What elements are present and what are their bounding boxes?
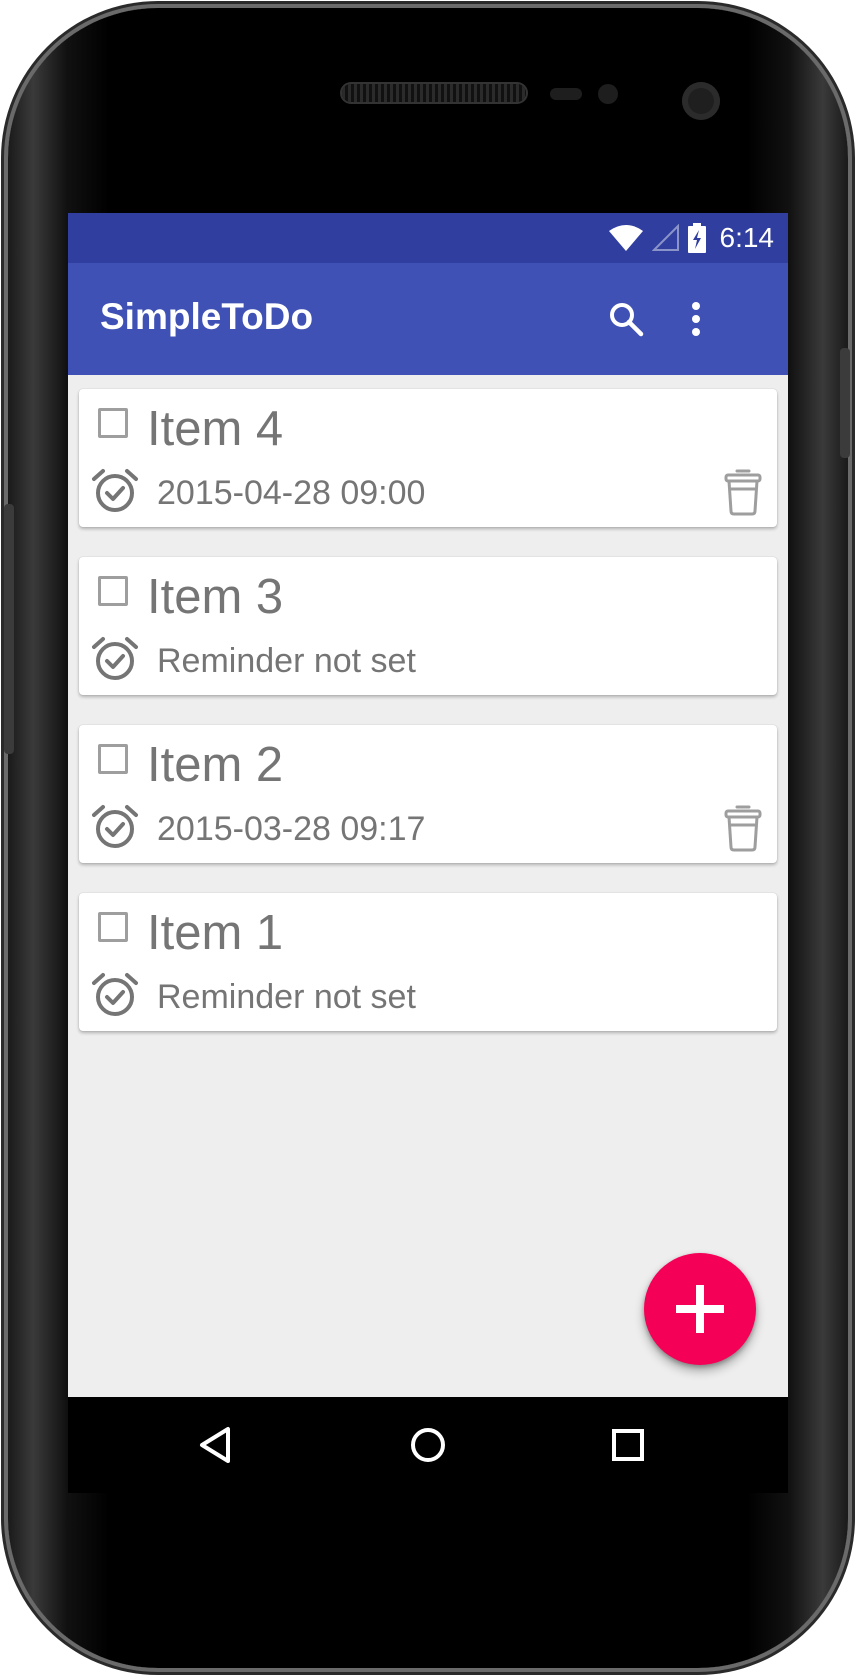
app-bar: SimpleToDo [68,263,788,375]
item-checkbox[interactable] [98,744,128,774]
item-checkbox[interactable] [98,408,128,438]
plus-icon [676,1285,724,1333]
volume-button [4,504,14,754]
status-time: 6:14 [719,222,775,253]
front-camera [682,82,720,120]
item-title: Item 1 [147,906,284,960]
trash-icon[interactable] [723,467,763,517]
item-title: Item 4 [147,402,284,456]
home-button[interactable] [404,1421,452,1469]
proximity-sensor [550,88,582,100]
search-button[interactable] [598,291,654,347]
item-title: Item 2 [147,738,284,792]
reminder-text: Reminder not set [157,978,416,1016]
light-sensor [598,84,618,104]
alarm-icon[interactable] [91,803,139,851]
todo-card[interactable]: Item 2 2015-03-28 09:17 [79,725,777,863]
todo-card[interactable]: Item 3 Reminder not set [79,557,777,695]
search-icon [610,303,644,337]
app-screen: 6:14 SimpleToDo Item 4 2015-04-28 09:00 It… [68,213,788,1493]
wifi-icon [608,225,643,251]
alarm-icon[interactable] [91,971,139,1019]
recents-icon [612,1429,644,1461]
todo-card[interactable]: Item 1 Reminder not set [79,893,777,1031]
recents-button[interactable] [604,1421,652,1469]
app-title: SimpleToDo [100,296,314,337]
item-title: Item 3 [147,570,284,624]
earpiece-speaker [342,84,526,102]
overflow-menu-icon [692,302,700,336]
reminder-text: 2015-04-28 09:00 [157,474,426,512]
cell-signal-icon [651,224,679,251]
todo-card[interactable]: Item 4 2015-04-28 09:00 [79,389,777,527]
alarm-icon[interactable] [91,467,139,515]
navigation-bar [68,1397,788,1493]
power-button [840,348,850,458]
item-checkbox[interactable] [98,576,128,606]
status-icons: 6:14 [608,213,775,263]
status-bar: 6:14 [68,213,788,263]
reminder-text: 2015-03-28 09:17 [157,810,426,848]
battery-charging-icon [687,223,706,253]
home-icon [411,1428,445,1462]
item-checkbox[interactable] [98,912,128,942]
reminder-text: Reminder not set [157,642,416,680]
back-button[interactable] [192,1421,240,1469]
alarm-icon[interactable] [91,635,139,683]
trash-icon[interactable] [723,803,763,853]
overflow-menu-button[interactable] [668,291,724,347]
back-icon [200,1427,230,1463]
add-item-button[interactable] [644,1253,756,1365]
